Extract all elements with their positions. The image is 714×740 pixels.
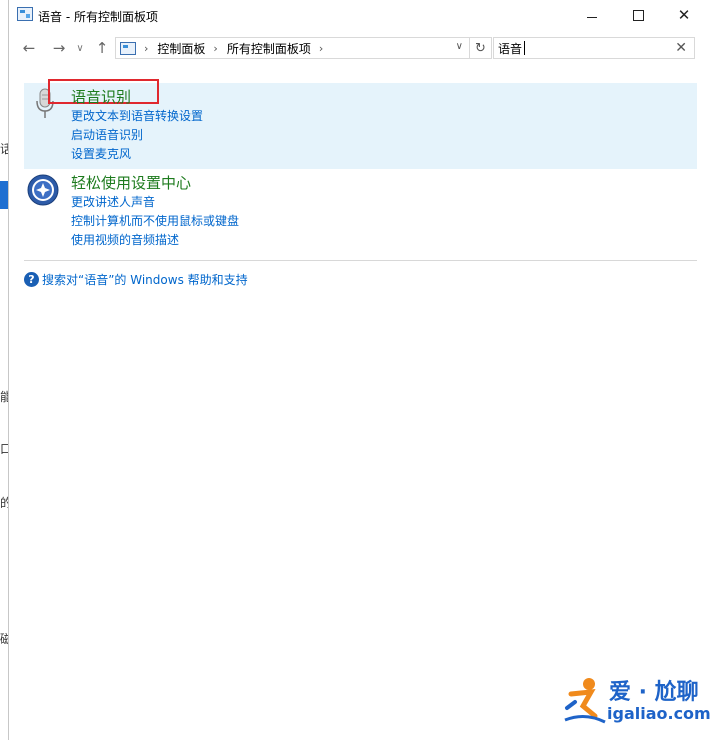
maximize-icon — [632, 9, 644, 21]
clear-search-button[interactable]: ✕ — [675, 40, 687, 56]
close-button[interactable]: ✕ — [661, 0, 707, 30]
result-link[interactable]: 更改讲述人声音 — [71, 193, 155, 210]
background-text-fragment: 能 — [0, 390, 8, 404]
breadcrumb-all-items[interactable]: 所有控制面板项 — [227, 40, 311, 57]
background-text-fragment: 口 — [0, 442, 8, 456]
result-link[interactable]: 控制计算机而不使用鼠标或键盘 — [71, 212, 239, 229]
watermark-logo: 爱 · 尬聊 igaliao.com — [561, 672, 711, 732]
control-panel-icon — [17, 7, 33, 21]
ease-of-access-icon — [27, 174, 59, 209]
control-panel-icon — [120, 41, 136, 55]
address-dropdown-icon[interactable]: ∨ — [456, 41, 463, 52]
window-title: 语音 - 所有控制面板项 — [38, 10, 158, 24]
refresh-button[interactable]: ↻ — [470, 37, 492, 59]
runner-logo-icon — [564, 678, 606, 724]
help-icon: ? — [24, 271, 39, 287]
result-link[interactable]: 启动语音识别 — [71, 126, 143, 143]
result-link[interactable]: 更改文本到语音转换设置 — [71, 107, 203, 124]
result-link[interactable]: 设置麦克风 — [71, 145, 131, 162]
maximize-button[interactable] — [615, 0, 661, 30]
arrow-left-icon: ← — [22, 39, 36, 57]
title-bar: 语音 - 所有控制面板项 ✕ — [9, 0, 714, 30]
background-selected-item — [0, 181, 8, 209]
back-button[interactable]: ← — [19, 37, 39, 59]
background-text-fragment: 磁 — [0, 632, 8, 646]
up-button[interactable]: ↑ — [94, 37, 110, 59]
breadcrumb-control-panel[interactable]: 控制面板 — [157, 40, 205, 57]
arrow-up-icon: ↑ — [95, 39, 109, 57]
background-text-fragment: 的 — [0, 496, 8, 510]
breadcrumb-separator[interactable]: › — [213, 42, 217, 55]
result-ease-of-access[interactable]: 轻松使用设置中心 更改讲述人声音 控制计算机而不使用鼠标或键盘 使用视频的音频描… — [24, 172, 697, 250]
watermark-url: igaliao.com — [607, 704, 711, 723]
forward-button[interactable]: → — [49, 37, 69, 59]
result-link[interactable]: 使用视频的音频描述 — [71, 231, 179, 248]
close-icon: ✕ — [677, 6, 691, 24]
control-panel-window: 语音 - 所有控制面板项 ✕ ← → ∨ ↑ › 控制面板 › 所有控制面板项 … — [8, 0, 714, 740]
background-text-fragment: 话 — [0, 142, 8, 156]
breadcrumb-separator[interactable]: › — [319, 42, 323, 55]
chevron-down-icon: ∨ — [76, 42, 84, 54]
minimize-button[interactable] — [569, 0, 615, 30]
help-link-text[interactable]: 搜索对“语音”的 Windows 帮助和支持 — [42, 271, 248, 288]
search-box[interactable]: ✕ — [493, 37, 695, 59]
refresh-icon: ↻ — [475, 40, 486, 56]
text-caret — [524, 41, 525, 55]
recent-locations-button[interactable]: ∨ — [74, 37, 86, 59]
breadcrumb-separator: › — [144, 41, 149, 55]
watermark-name: 爱 · 尬聊 — [609, 680, 699, 705]
arrow-right-icon: → — [52, 39, 66, 57]
result-title[interactable]: 轻松使用设置中心 — [71, 172, 191, 193]
result-title[interactable]: 语音识别 — [71, 86, 131, 107]
minimize-icon — [587, 16, 597, 18]
result-speech-recognition[interactable]: 语音识别 更改文本到语音转换设置 启动语音识别 设置麦克风 — [24, 79, 697, 169]
navigation-bar: ← → ∨ ↑ › 控制面板 › 所有控制面板项 › ∨ ↻ ✕ — [9, 34, 714, 62]
divider — [24, 260, 697, 261]
help-search-link[interactable]: ? 搜索对“语音”的 Windows 帮助和支持 — [24, 270, 248, 288]
address-bar[interactable]: › 控制面板 › 所有控制面板项 › ∨ — [115, 37, 470, 59]
